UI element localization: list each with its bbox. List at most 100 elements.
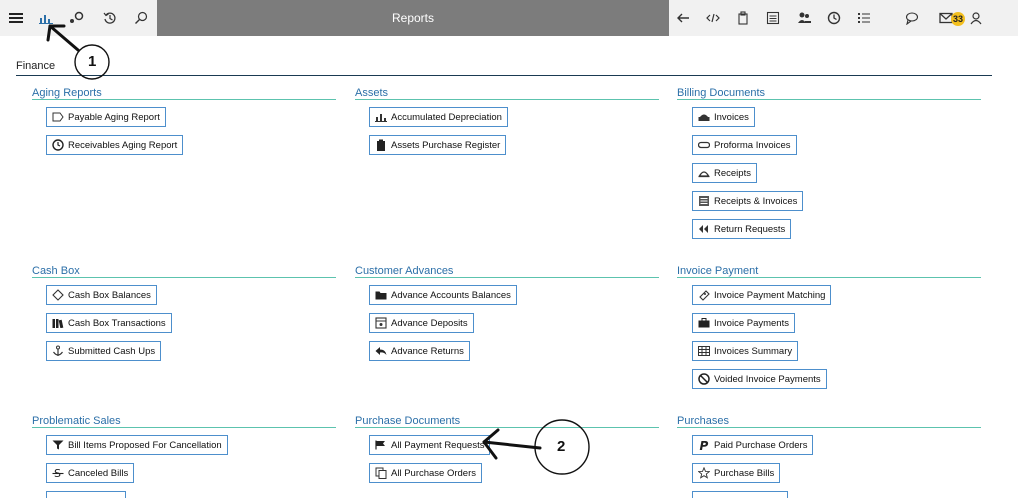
top-toolbar: Reports 33 <box>0 0 1018 36</box>
report-advance-returns[interactable]: Advance Returns <box>369 341 470 361</box>
item-label: Return Requests <box>714 223 786 235</box>
return-icon <box>697 223 711 235</box>
printer-icon <box>697 111 711 123</box>
item-label: Receipts & Invoices <box>714 195 798 207</box>
report-payable-aging[interactable]: Payable Aging Report <box>46 107 166 127</box>
report-all-payment-requests[interactable]: All Payment Requests <box>369 435 491 455</box>
report-canceled-bills[interactable]: S Canceled Bills <box>46 463 135 483</box>
chat-icon[interactable] <box>902 8 922 28</box>
code-icon[interactable] <box>703 8 723 28</box>
report-bill-items-proposed-for-cancellation[interactable]: Bill Items Proposed For Cancellation <box>46 435 228 455</box>
item-label: Receipts <box>714 167 751 179</box>
report-advance-deposits[interactable]: Advance Deposits <box>369 313 474 333</box>
paypal-icon: P <box>697 439 711 451</box>
strikethrough-icon: S <box>51 467 65 479</box>
copy-icon[interactable] <box>733 8 753 28</box>
report-proforma-invoices[interactable]: Proforma Invoices <box>692 135 797 155</box>
report-receipts-invoices[interactable]: Receipts & Invoices <box>692 191 804 211</box>
report-invoice-payment-matching[interactable]: Invoice Payment Matching <box>692 285 832 305</box>
title-bar: Reports <box>157 0 669 36</box>
group-divider <box>677 427 981 428</box>
item-label: All Purchase Orders <box>391 467 477 479</box>
flag-icon <box>374 439 388 451</box>
clock-icon[interactable] <box>824 8 844 28</box>
group-title-purchase-documents: Purchase Documents <box>355 415 461 427</box>
group-divider <box>355 277 659 278</box>
group-title-cash-box: Cash Box <box>32 265 80 277</box>
user-icon[interactable] <box>966 8 986 28</box>
group-title-problematic-sales: Problematic Sales <box>32 415 121 427</box>
group-divider <box>32 427 336 428</box>
item-label: Cash Box Transactions <box>68 317 166 329</box>
ban-icon <box>697 373 711 385</box>
report-invoices[interactable]: Invoices <box>692 107 755 127</box>
group-title-purchases: Purchases <box>677 415 729 427</box>
item-label: Cash Box Balances <box>68 289 151 301</box>
report-voided-invoice-payments[interactable]: Voided Invoice Payments <box>692 369 827 389</box>
report-purchase-bills[interactable]: Purchase Bills <box>692 463 781 483</box>
item-label: Bill Items Proposed For Cancellation <box>68 439 222 451</box>
item-label: Submitted Cash Ups <box>68 345 156 357</box>
item-label: Paid Purchase Orders <box>714 439 808 451</box>
group-divider <box>32 99 336 100</box>
report-invoice-payments[interactable]: Invoice Payments <box>692 313 795 333</box>
item-label: Payable Aging Report <box>68 111 160 123</box>
item-label: Purchase Bills <box>714 467 775 479</box>
ticket-icon <box>697 289 711 301</box>
group-title-customer-advances: Customer Advances <box>355 265 454 277</box>
report-item-cutoff[interactable] <box>46 491 126 498</box>
pill-icon <box>697 139 711 151</box>
item-label: Voided Invoice Payments <box>714 373 821 385</box>
group-title-assets: Assets <box>355 87 389 99</box>
item-label: Advance Deposits <box>391 317 468 329</box>
report-item-cutoff[interactable] <box>692 491 788 498</box>
report-accumulated-depreciation[interactable]: Accumulated Depreciation <box>369 107 508 127</box>
report-invoices-summary[interactable]: Invoices Summary <box>692 341 799 361</box>
deposit-icon <box>374 317 388 329</box>
report-submitted-cash-ups[interactable]: Submitted Cash Ups <box>46 341 162 361</box>
users-icon[interactable] <box>794 8 814 28</box>
report-receipts[interactable]: Receipts <box>692 163 757 183</box>
reply-icon <box>374 345 388 357</box>
notification-badge[interactable]: 33 <box>951 12 965 26</box>
item-label: Receivables Aging Report <box>68 139 178 151</box>
report-receivables-aging[interactable]: Receivables Aging Report <box>46 135 184 155</box>
group-title-billing-documents: Billing Documents <box>677 87 766 99</box>
history-icon[interactable] <box>100 8 120 28</box>
document-stack-icon <box>697 195 711 207</box>
svg-text:P: P <box>700 439 709 451</box>
clipboard-icon <box>374 139 388 151</box>
table-icon <box>697 345 711 357</box>
search-icon[interactable] <box>131 8 151 28</box>
item-label: Invoices <box>714 111 749 123</box>
back-arrow-icon[interactable] <box>673 8 693 28</box>
settings-dots-icon[interactable] <box>66 8 86 28</box>
report-cash-box-balances[interactable]: Cash Box Balances <box>46 285 157 305</box>
list-box-icon[interactable] <box>763 8 783 28</box>
group-divider <box>355 427 659 428</box>
report-assets-purchase-register[interactable]: Assets Purchase Register <box>369 135 507 155</box>
cloche-icon <box>697 167 711 179</box>
bar-chart-icon[interactable] <box>36 8 56 28</box>
report-paid-purchase-orders[interactable]: P Paid Purchase Orders <box>692 435 814 455</box>
numbered-list-icon[interactable] <box>854 8 874 28</box>
group-title-invoice-payment: Invoice Payment <box>677 265 759 277</box>
filter-icon <box>51 439 65 451</box>
report-cash-box-transactions[interactable]: Cash Box Transactions <box>46 313 172 333</box>
page-title: Reports <box>391 11 435 25</box>
item-label: Advance Returns <box>391 345 464 357</box>
books-icon <box>51 317 65 329</box>
anchor-icon <box>51 345 65 357</box>
clock-icon <box>51 139 65 151</box>
report-return-requests[interactable]: Return Requests <box>692 219 792 239</box>
annotation-arrow-2 <box>482 428 542 460</box>
group-divider <box>355 99 659 100</box>
report-advance-accounts-balances[interactable]: Advance Accounts Balances <box>369 285 517 305</box>
menu-icon[interactable] <box>6 8 26 28</box>
folder-icon <box>374 289 388 301</box>
copy-doc-icon <box>374 467 388 479</box>
star-icon <box>697 467 711 479</box>
report-all-purchase-orders[interactable]: All Purchase Orders <box>369 463 483 483</box>
item-label: Invoice Payments <box>714 317 789 329</box>
section-title-finance: Finance <box>16 60 56 72</box>
